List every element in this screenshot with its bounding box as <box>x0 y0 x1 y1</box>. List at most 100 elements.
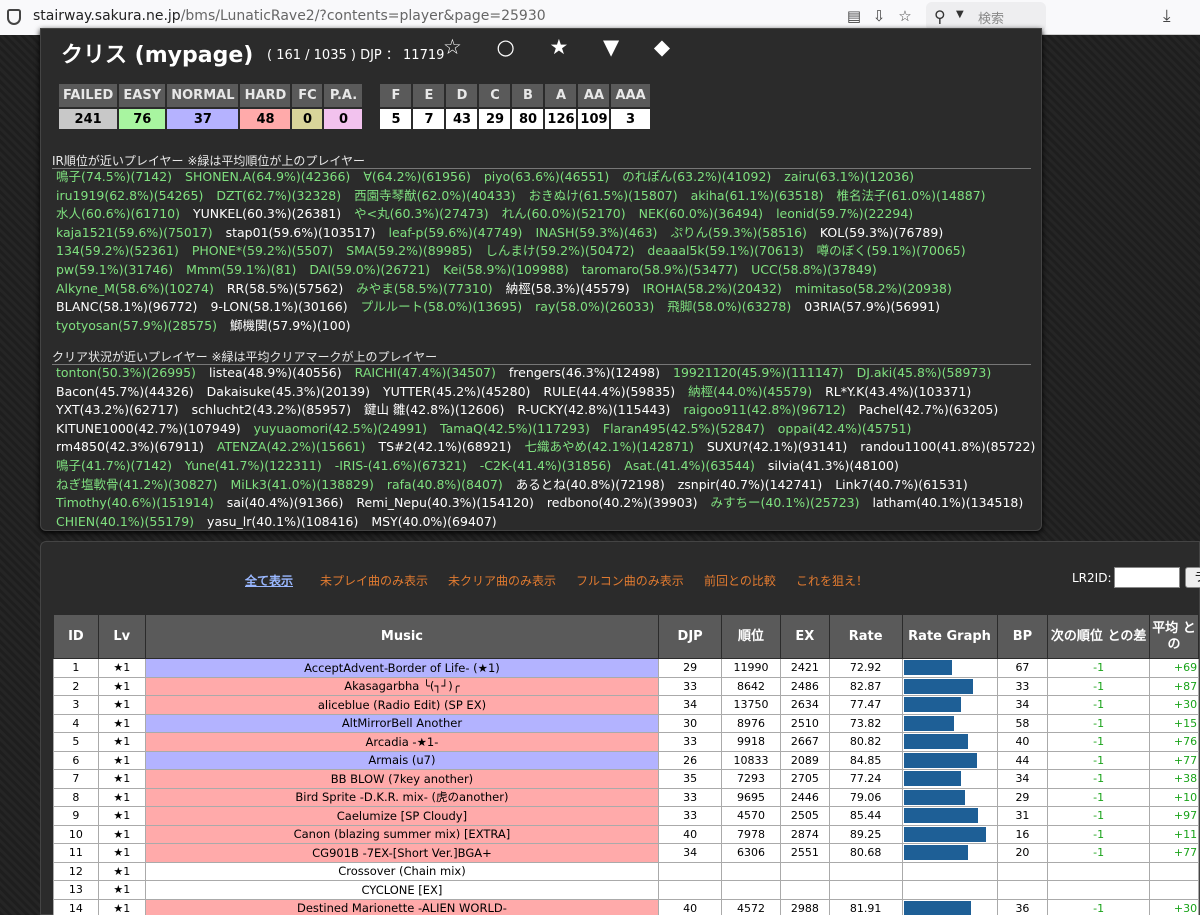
player-link[interactable]: 19921120(45.9%)(111147) <box>673 365 844 380</box>
player-link[interactable]: ATENZA(42.2%)(15661) <box>217 439 366 454</box>
player-link[interactable]: raigoo911(42.8%)(96712) <box>683 402 845 417</box>
nav-show-all[interactable]: 全て表示 <box>245 572 293 589</box>
player-link[interactable]: tyotyosan(57.9%)(28575) <box>56 318 217 333</box>
player-link[interactable]: iru1919(62.8%)(54265) <box>56 188 203 203</box>
lr2id-button[interactable]: ラ <box>1185 567 1200 588</box>
search-box[interactable]: ⚲ ▼ 検索 <box>926 2 1046 31</box>
player-link[interactable]: 納桱(44.0%)(45579) <box>688 384 812 399</box>
player-link[interactable]: 鳴子(41.7%)(7142) <box>56 458 172 473</box>
player-link[interactable]: 03RIA(57.9%)(56991) <box>804 299 940 314</box>
col-header-avg-diff[interactable]: 平均 との <box>1148 614 1200 659</box>
player-link[interactable]: akiha(61.1%)(63518) <box>691 188 824 203</box>
player-link[interactable]: 七織あやめ(42.1%)(142871) <box>524 439 693 454</box>
player-link[interactable]: Bacon(45.7%)(44326) <box>56 384 194 399</box>
player-link[interactable]: みすちー(40.1%)(25723) <box>711 495 860 510</box>
player-link[interactable]: TS#2(42.1%)(68921) <box>378 439 511 454</box>
col-header-next-rank-diff[interactable]: 次の順位 との差 <box>1047 614 1150 659</box>
player-link[interactable]: 水人(60.6%)(61710) <box>56 206 180 221</box>
player-link[interactable]: おきぬけ(61.5%)(15807) <box>529 188 678 203</box>
reader-view-icon[interactable]: ▤ <box>845 7 863 25</box>
player-link[interactable]: Remi_Nepu(40.3%)(154120) <box>356 495 534 510</box>
player-link[interactable]: Asat.(41.4%)(63544) <box>624 458 755 473</box>
player-link[interactable]: redbono(40.2%)(39903) <box>547 495 698 510</box>
bookmark-star-icon[interactable]: ☆ <box>896 7 914 25</box>
player-link[interactable]: INASH(59.3%)(463) <box>535 225 657 240</box>
song-title[interactable]: CG901B -7EX-[Short Ver.]BGA+ <box>144 843 660 863</box>
song-title[interactable]: Arcadia -★1- <box>144 732 660 752</box>
song-title[interactable]: Akasagarbha ╰(┐┘)╭ <box>144 676 660 696</box>
player-link[interactable]: DZT(62.7%)(32328) <box>216 188 341 203</box>
player-link[interactable]: ray(58.0%)(26033) <box>535 299 654 314</box>
player-link[interactable]: schlucht2(43.2%)(85957) <box>192 402 351 417</box>
player-link[interactable]: pw(59.1%)(31746) <box>56 262 173 277</box>
song-title[interactable]: aliceblue (Radio Edit) (SP EX) <box>144 695 660 715</box>
player-link[interactable]: listea(48.9%)(40556) <box>209 365 342 380</box>
player-link[interactable]: ∀(64.2%)(61956) <box>363 169 471 184</box>
player-link[interactable]: KITUNE1000(42.7%)(107949) <box>56 421 241 436</box>
player-link[interactable]: Dakaisuke(45.3%)(20139) <box>207 384 370 399</box>
col-header-ex[interactable]: EX <box>779 614 830 659</box>
save-page-icon[interactable]: ⇩ <box>870 7 888 25</box>
player-link[interactable]: KOL(59.3%)(76789) <box>820 225 943 240</box>
player-link[interactable]: Kei(58.9%)(109988) <box>443 262 569 277</box>
song-title[interactable]: Armais (u7) <box>144 750 660 770</box>
url-text[interactable]: stairway.sakura.ne.jp/bms/LunaticRave2/?… <box>33 8 546 24</box>
song-title[interactable]: AltMirrorBell Another <box>144 713 660 733</box>
player-link[interactable]: BLANC(58.1%)(96772) <box>56 299 197 314</box>
song-title[interactable]: Canon (blazing summer mix) [EXTRA] <box>144 824 660 844</box>
player-link[interactable]: silvia(41.3%)(48100) <box>768 458 899 473</box>
player-link[interactable]: Flaran495(42.5%)(52847) <box>603 421 765 436</box>
song-title[interactable]: AcceptAdvent-Border of Life- (★1) <box>144 658 660 678</box>
player-link[interactable]: tonton(50.3%)(26995) <box>56 365 196 380</box>
song-title[interactable]: CYCLONE [EX] <box>144 880 660 900</box>
player-link[interactable]: SHONEN.A(64.9%)(42366) <box>185 169 350 184</box>
player-link[interactable]: RULE(44.4%)(59835) <box>543 384 675 399</box>
col-header-bp[interactable]: BP <box>996 614 1049 659</box>
col-header-id[interactable]: ID <box>53 614 99 659</box>
nav-target[interactable]: これを狙え！ <box>796 572 868 589</box>
player-link[interactable]: SMA(59.2%)(89985) <box>346 243 472 258</box>
player-link[interactable]: や<丸(60.3%)(27473) <box>354 206 488 221</box>
player-link[interactable]: yasu_lr(40.1%)(108416) <box>207 514 358 529</box>
player-link[interactable]: TamaQ(42.5%)(117293) <box>440 421 590 436</box>
song-title[interactable]: BB BLOW (7key another) <box>144 769 660 789</box>
nav-compare[interactable]: 前回との比較 <box>704 572 776 589</box>
player-link[interactable]: CHIEN(40.1%)(55179) <box>56 514 194 529</box>
player-link[interactable]: Pachel(42.7%)(63205) <box>859 402 999 417</box>
nav-uncleared[interactable]: 未クリア曲のみ表示 <box>448 572 556 589</box>
player-link[interactable]: 鰤機関(57.9%)(100) <box>230 318 351 333</box>
col-header-rate-graph[interactable]: Rate Graph <box>901 614 998 659</box>
player-link[interactable]: leonid(59.7%)(22294) <box>776 206 913 221</box>
player-link[interactable]: ねぎ塩軟骨(41.2%)(30827) <box>56 477 217 492</box>
song-title[interactable]: Caelumize [SP Cloudy] <box>144 806 660 826</box>
player-link[interactable]: DAI(59.0%)(26721) <box>309 262 430 277</box>
download-icon[interactable]: ⤓ <box>1163 6 1171 26</box>
player-link[interactable]: 納桱(58.3%)(45579) <box>506 281 630 296</box>
player-link[interactable]: stap01(59.6%)(103517) <box>226 225 376 240</box>
player-link[interactable]: Link7(40.7%)(61531) <box>835 477 968 492</box>
player-link[interactable]: 134(59.2%)(52361) <box>56 243 179 258</box>
player-link[interactable]: YXT(43.2%)(62717) <box>56 402 179 417</box>
player-link[interactable]: kaja1521(59.6%)(75017) <box>56 225 213 240</box>
player-link[interactable]: taromaro(58.9%)(53477) <box>582 262 738 277</box>
player-link[interactable]: あるとね(40.8%)(72198) <box>516 477 665 492</box>
player-link[interactable]: Mmm(59.1%)(81) <box>186 262 296 277</box>
player-link[interactable]: frengers(46.3%)(12498) <box>509 365 660 380</box>
player-link[interactable]: -IRIS-(41.6%)(67321) <box>335 458 467 473</box>
song-title[interactable]: Crossover (Chain mix) <box>144 861 660 881</box>
player-link[interactable]: piyo(63.6%)(46551) <box>484 169 609 184</box>
player-link[interactable]: YUNKEL(60.3%)(26381) <box>193 206 341 221</box>
player-link[interactable]: 飛脚(58.0%)(63278) <box>667 299 791 314</box>
player-link[interactable]: RR(58.5%)(57562) <box>227 281 343 296</box>
col-header-djp[interactable]: DJP <box>658 614 723 659</box>
player-link[interactable]: oppai(42.4%)(45751) <box>778 421 912 436</box>
player-link[interactable]: MiLk3(41.0%)(138829) <box>230 477 373 492</box>
player-link[interactable]: RL*Y.K(43.4%)(103371) <box>825 384 971 399</box>
player-link[interactable]: Yune(41.7%)(122311) <box>185 458 322 473</box>
player-link[interactable]: randou1100(41.8%)(85722) <box>860 439 1035 454</box>
player-link[interactable]: yuyuaomori(42.5%)(24991) <box>254 421 427 436</box>
player-link[interactable]: みやま(58.5%)(77310) <box>356 281 492 296</box>
player-link[interactable]: 鍵山 雛(42.8%)(12606) <box>364 402 504 417</box>
player-link[interactable]: 鳴子(74.5%)(7142) <box>56 169 172 184</box>
player-link[interactable]: NEK(60.0%)(36494) <box>639 206 763 221</box>
